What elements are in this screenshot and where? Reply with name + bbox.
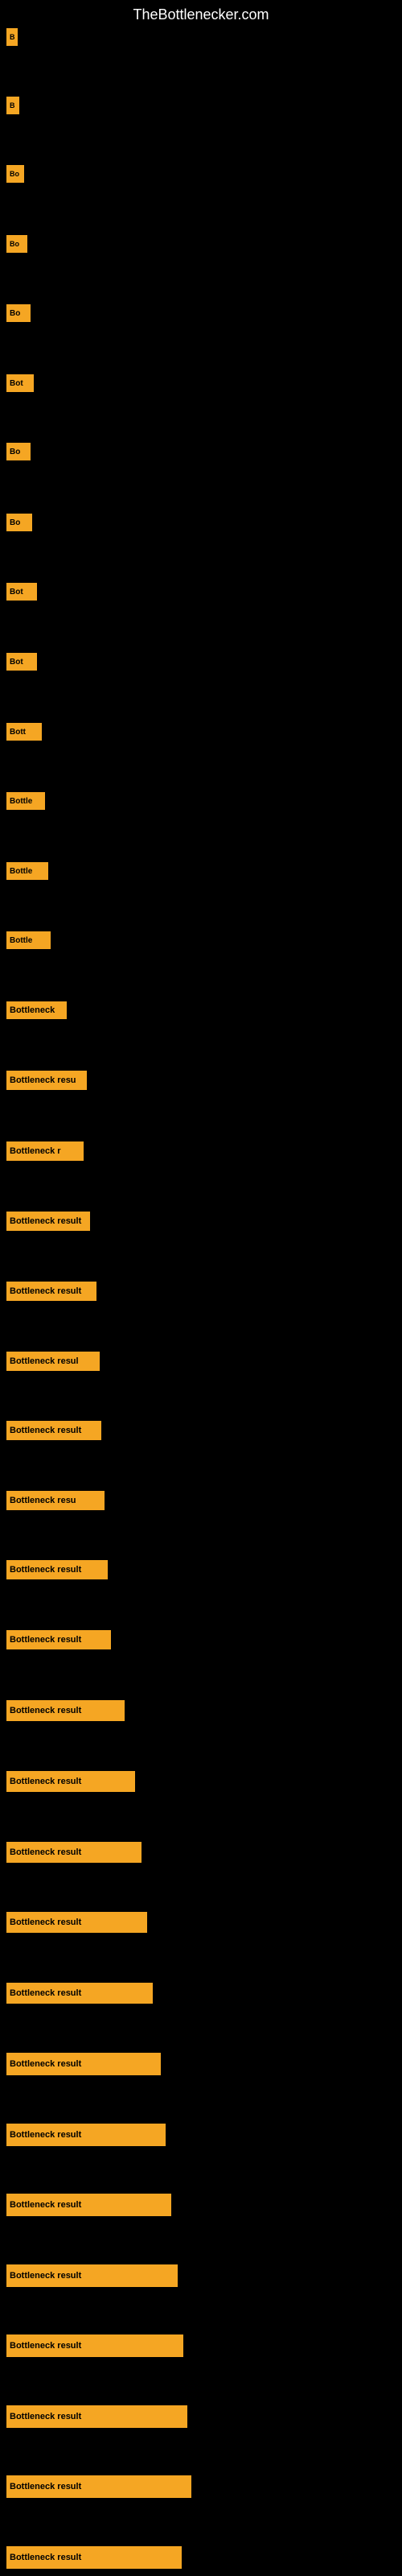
bar-label-25: Bottleneck result bbox=[6, 1700, 125, 1721]
bar-item-11: Bott bbox=[6, 723, 42, 741]
bar-label-19: Bottleneck result bbox=[6, 1282, 96, 1301]
bar-label-17: Bottleneck r bbox=[6, 1141, 84, 1161]
bar-item-16: Bottleneck resu bbox=[6, 1071, 87, 1090]
bar-item-15: Bottleneck bbox=[6, 1001, 67, 1019]
site-title: TheBottlenecker.com bbox=[133, 6, 269, 23]
bar-label-20: Bottleneck resul bbox=[6, 1352, 100, 1371]
bar-item-37: Bottleneck result bbox=[6, 2546, 182, 2569]
bar-item-20: Bottleneck resul bbox=[6, 1352, 100, 1371]
bar-label-11: Bott bbox=[6, 723, 42, 741]
bar-label-10: Bot bbox=[6, 653, 37, 671]
bar-label-13: Bottle bbox=[6, 862, 48, 880]
bar-label-33: Bottleneck result bbox=[6, 2264, 178, 2287]
bar-item-31: Bottleneck result bbox=[6, 2124, 166, 2146]
bar-label-15: Bottleneck bbox=[6, 1001, 67, 1019]
bar-label-30: Bottleneck result bbox=[6, 2053, 161, 2075]
bar-item-22: Bottleneck resu bbox=[6, 1491, 105, 1510]
bar-item-19: Bottleneck result bbox=[6, 1282, 96, 1301]
bar-label-8: Bo bbox=[6, 514, 32, 531]
bar-item-13: Bottle bbox=[6, 862, 48, 880]
bar-item-34: Bottleneck result bbox=[6, 2334, 183, 2357]
bar-item-8: Bo bbox=[6, 514, 32, 531]
bar-label-34: Bottleneck result bbox=[6, 2334, 183, 2357]
bar-label-1: B bbox=[6, 28, 18, 46]
bar-label-12: Bottle bbox=[6, 792, 45, 810]
bar-label-16: Bottleneck resu bbox=[6, 1071, 87, 1090]
bar-item-27: Bottleneck result bbox=[6, 1842, 142, 1863]
bar-label-26: Bottleneck result bbox=[6, 1771, 135, 1792]
bar-label-35: Bottleneck result bbox=[6, 2405, 187, 2428]
bar-item-14: Bottle bbox=[6, 931, 51, 949]
bar-item-9: Bot bbox=[6, 583, 37, 601]
bar-item-3: Bo bbox=[6, 165, 24, 183]
bar-item-25: Bottleneck result bbox=[6, 1700, 125, 1721]
bar-label-4: Bo bbox=[6, 235, 27, 253]
bar-label-37: Bottleneck result bbox=[6, 2546, 182, 2569]
bar-item-33: Bottleneck result bbox=[6, 2264, 178, 2287]
bar-item-29: Bottleneck result bbox=[6, 1983, 153, 2004]
bar-item-21: Bottleneck result bbox=[6, 1421, 101, 1440]
bar-item-36: Bottleneck result bbox=[6, 2475, 191, 2498]
bar-label-6: Bot bbox=[6, 374, 34, 392]
bar-label-28: Bottleneck result bbox=[6, 1912, 147, 1933]
bar-item-1: B bbox=[6, 28, 18, 46]
bar-label-3: Bo bbox=[6, 165, 24, 183]
bar-label-14: Bottle bbox=[6, 931, 51, 949]
bar-label-27: Bottleneck result bbox=[6, 1842, 142, 1863]
bar-label-9: Bot bbox=[6, 583, 37, 601]
bar-item-2: B bbox=[6, 97, 19, 114]
bar-item-23: Bottleneck result bbox=[6, 1560, 108, 1579]
bar-item-17: Bottleneck r bbox=[6, 1141, 84, 1161]
bar-item-28: Bottleneck result bbox=[6, 1912, 147, 1933]
bar-label-2: B bbox=[6, 97, 19, 114]
bar-item-6: Bot bbox=[6, 374, 34, 392]
bar-item-30: Bottleneck result bbox=[6, 2053, 161, 2075]
bar-item-10: Bot bbox=[6, 653, 37, 671]
bar-label-21: Bottleneck result bbox=[6, 1421, 101, 1440]
bar-item-18: Bottleneck result bbox=[6, 1212, 90, 1231]
bar-label-5: Bo bbox=[6, 304, 31, 322]
bar-label-24: Bottleneck result bbox=[6, 1630, 111, 1649]
bar-label-18: Bottleneck result bbox=[6, 1212, 90, 1231]
bar-label-22: Bottleneck resu bbox=[6, 1491, 105, 1510]
bar-item-24: Bottleneck result bbox=[6, 1630, 111, 1649]
bar-label-36: Bottleneck result bbox=[6, 2475, 191, 2498]
bar-item-32: Bottleneck result bbox=[6, 2194, 171, 2216]
bar-label-32: Bottleneck result bbox=[6, 2194, 171, 2216]
bar-item-12: Bottle bbox=[6, 792, 45, 810]
bar-label-29: Bottleneck result bbox=[6, 1983, 153, 2004]
bar-item-35: Bottleneck result bbox=[6, 2405, 187, 2428]
bar-item-26: Bottleneck result bbox=[6, 1771, 135, 1792]
bar-item-7: Bo bbox=[6, 443, 31, 460]
bar-label-23: Bottleneck result bbox=[6, 1560, 108, 1579]
bar-label-7: Bo bbox=[6, 443, 31, 460]
bar-item-5: Bo bbox=[6, 304, 31, 322]
bar-item-4: Bo bbox=[6, 235, 27, 253]
bar-label-31: Bottleneck result bbox=[6, 2124, 166, 2146]
